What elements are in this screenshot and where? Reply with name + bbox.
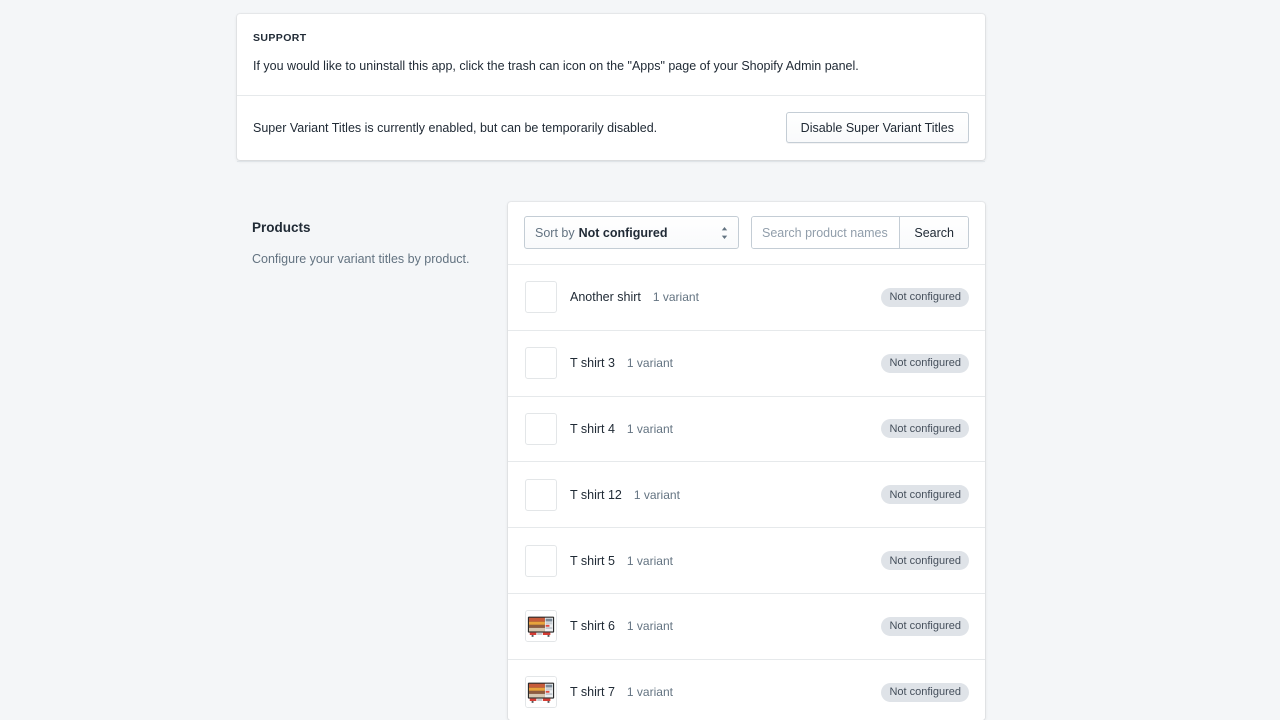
status-badge: Not configured: [881, 419, 969, 439]
enabled-status-text: Super Variant Titles is currently enable…: [253, 120, 658, 135]
search-input[interactable]: [752, 217, 900, 248]
product-list: Another shirt 1 variant Not configured T…: [508, 265, 985, 720]
product-row-text: T shirt 12 1 variant: [570, 488, 881, 502]
product-variant-count: 1 variant: [626, 553, 673, 568]
products-section-title: Products: [252, 220, 311, 235]
product-variant-count: 1 variant: [633, 487, 680, 502]
support-section: SUPPORT If you would like to uninstall t…: [237, 14, 985, 95]
table-row[interactable]: T shirt 7 1 variant Not configured: [508, 659, 985, 720]
table-row[interactable]: Another shirt 1 variant Not configured: [508, 265, 985, 330]
support-card: SUPPORT If you would like to uninstall t…: [237, 14, 985, 160]
product-thumbnail: [525, 610, 557, 643]
sort-by-value: Not configured: [578, 225, 668, 240]
product-name: T shirt 7: [570, 685, 615, 700]
status-badge: Not configured: [881, 616, 969, 636]
product-thumbnail: [525, 478, 557, 511]
table-row[interactable]: T shirt 5 1 variant Not configured: [508, 528, 985, 593]
product-row-text: T shirt 3 1 variant: [570, 356, 881, 370]
product-thumbnail: [525, 544, 557, 577]
products-section-description: Configure your variant titles by product…: [252, 252, 470, 266]
product-variant-count: 1 variant: [626, 685, 673, 700]
support-body-text: If you would like to uninstall this app,…: [253, 59, 859, 73]
status-badge: Not configured: [881, 287, 969, 307]
product-thumbnail: [525, 676, 557, 709]
product-row-text: T shirt 7 1 variant: [570, 685, 881, 699]
stepper-updown-icon: [720, 226, 729, 240]
television-image: [526, 611, 556, 642]
app-page: SUPPORT If you would like to uninstall t…: [0, 0, 1280, 720]
support-heading: SUPPORT: [253, 32, 307, 44]
product-name: T shirt 5: [570, 553, 615, 568]
product-variant-count: 1 variant: [626, 421, 673, 436]
product-row-text: T shirt 5 1 variant: [570, 554, 881, 568]
products-toolbar: Sort by Not configured Search: [508, 202, 985, 264]
product-name: Another shirt: [570, 290, 641, 305]
product-thumbnail: [525, 281, 557, 314]
table-row[interactable]: T shirt 4 1 variant Not configured: [508, 396, 985, 462]
products-card: Sort by Not configured Search Another sh…: [508, 202, 985, 720]
table-row[interactable]: T shirt 6 1 variant Not configured: [508, 593, 985, 659]
status-badge: Not configured: [881, 682, 969, 702]
product-thumbnail: [525, 412, 557, 445]
product-name: T shirt 12: [570, 487, 622, 502]
product-name: T shirt 3: [570, 356, 615, 371]
product-thumbnail: [525, 347, 557, 380]
status-badge: Not configured: [881, 353, 969, 373]
product-row-text: T shirt 4 1 variant: [570, 422, 881, 436]
status-badge: Not configured: [881, 551, 969, 571]
products-annotation: Products Configure your variant titles b…: [252, 218, 477, 268]
product-name: T shirt 6: [570, 619, 615, 634]
section-divider: [237, 161, 985, 162]
table-row[interactable]: T shirt 3 1 variant Not configured: [508, 330, 985, 396]
product-name: T shirt 4: [570, 421, 615, 436]
product-row-text: Another shirt 1 variant: [570, 290, 881, 304]
product-variant-count: 1 variant: [626, 356, 673, 371]
product-variant-count: 1 variant: [652, 290, 699, 305]
product-search-group: Search: [751, 216, 969, 249]
support-footer: Super Variant Titles is currently enable…: [237, 96, 985, 160]
search-button[interactable]: Search: [899, 217, 968, 248]
disable-super-variant-titles-button[interactable]: Disable Super Variant Titles: [785, 112, 969, 143]
television-image: [526, 677, 556, 708]
sort-by-label: Sort by: [535, 225, 575, 240]
status-badge: Not configured: [881, 485, 969, 505]
product-row-text: T shirt 6 1 variant: [570, 619, 881, 633]
product-variant-count: 1 variant: [626, 619, 673, 634]
sort-by-select[interactable]: Sort by Not configured: [524, 216, 739, 249]
table-row[interactable]: T shirt 12 1 variant Not configured: [508, 462, 985, 528]
